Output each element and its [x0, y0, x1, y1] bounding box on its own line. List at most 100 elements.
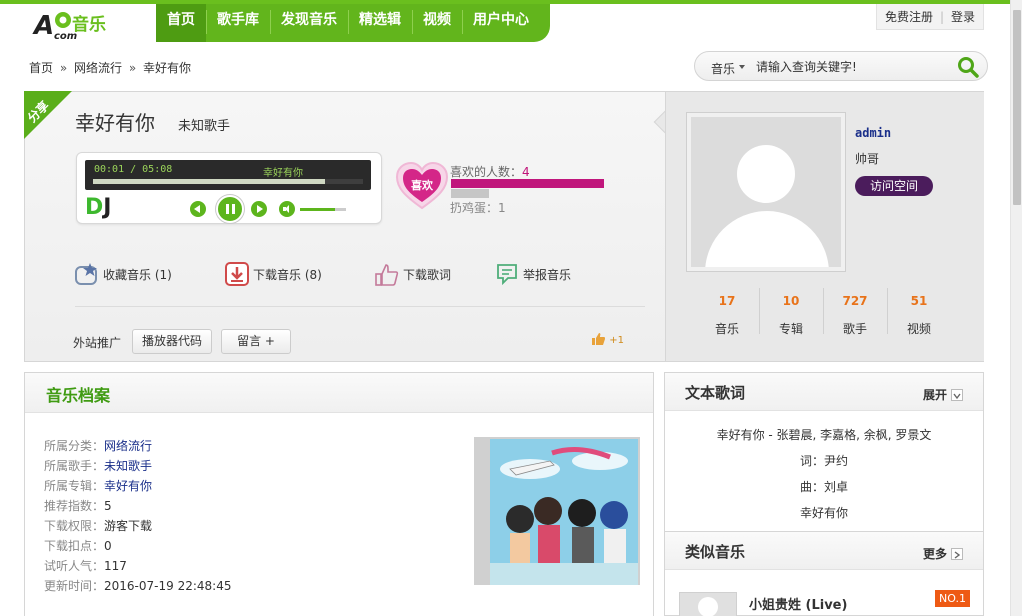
- song-title: 幸好有你: [75, 111, 155, 135]
- like-button[interactable]: 喜欢: [395, 160, 449, 212]
- lyrics-line: 曲：刘卓: [799, 480, 848, 494]
- thumbs-up-icon: [592, 333, 605, 345]
- player-screen: 00:01 / 05:08 幸好有你: [85, 160, 371, 190]
- breadcrumb: 首页 » 网络流行 » 幸好有你: [29, 59, 191, 76]
- collect-button[interactable]: 收藏音乐 (1): [75, 260, 172, 288]
- album-cover[interactable]: [474, 437, 640, 587]
- volume-slider[interactable]: [300, 208, 346, 211]
- nav-home[interactable]: 首页: [156, 4, 206, 42]
- song-actions: 收藏音乐 (1) 下载音乐 (8) 下载歌词 举报音乐: [75, 260, 655, 290]
- nav-discover[interactable]: 发现音乐: [270, 4, 348, 42]
- svg-text:喜欢: 喜欢: [411, 178, 434, 192]
- player-code-button[interactable]: 播放器代码: [132, 329, 212, 354]
- stat-videos[interactable]: 51 视频: [887, 284, 951, 338]
- pause-button[interactable]: [216, 195, 244, 223]
- thumbs-up-icon: [375, 262, 399, 286]
- site-logo[interactable]: A 音乐 com: [32, 8, 152, 42]
- breadcrumb-arrow: »: [59, 61, 68, 75]
- lyrics-title: 文本歌词: [685, 384, 746, 402]
- user-name[interactable]: admin: [855, 126, 891, 140]
- volume-fill: [300, 208, 335, 211]
- album-link[interactable]: 幸好有你: [104, 479, 152, 493]
- share-ribbon[interactable]: 分享: [24, 91, 72, 139]
- user-panel: admin 帅哥 访问空间 17 音乐 10 专辑 727 歌手 51 视频: [665, 92, 984, 361]
- user-stats: 17 音乐 10 专辑 727 歌手 51 视频: [695, 284, 951, 338]
- plus-one[interactable]: +1: [590, 332, 624, 346]
- divider: [75, 306, 645, 307]
- breadcrumb-current: 幸好有你: [143, 61, 192, 75]
- archive-meta: 所属分类：网络流行 所属歌手：未知歌手 所属专辑：幸好有你 推荐指数：5 下载权…: [44, 437, 231, 597]
- lyrics-line: 幸好有你: [799, 506, 848, 520]
- stat-artists[interactable]: 727 歌手: [823, 284, 887, 338]
- meta-row: 所属分类：网络流行: [44, 439, 153, 453]
- download-lyrics-button[interactable]: 下载歌词: [375, 260, 451, 288]
- meta-row: 下载权限：游客下载: [44, 519, 153, 533]
- nav-artists[interactable]: 歌手库: [206, 4, 270, 42]
- stat-music[interactable]: 17 音乐: [695, 284, 759, 338]
- egg-count[interactable]: 扔鸡蛋：1: [450, 199, 506, 216]
- report-button[interactable]: 举报音乐: [495, 260, 571, 288]
- meta-row: 试听人气：117: [44, 559, 127, 573]
- page-scrollbar[interactable]: [1010, 0, 1022, 616]
- download-music-button[interactable]: 下载音乐 (8): [225, 260, 322, 288]
- music-player: 00:01 / 05:08 幸好有你 DJ: [76, 152, 382, 224]
- scrollbar-thumb[interactable]: [1013, 10, 1021, 205]
- meta-row: 推荐指数：5: [44, 499, 112, 513]
- meta-row: 所属专辑：幸好有你: [44, 479, 153, 493]
- main-nav: 首页 歌手库 发现音乐 精选辑 视频 用户中心: [156, 4, 550, 42]
- meta-row: 所属歌手：未知歌手: [44, 459, 153, 473]
- similar-music-panel: 类似音乐 更多 小姐贵姓 (Live) NO.1: [664, 532, 984, 616]
- search-category-select[interactable]: 音乐: [711, 60, 735, 77]
- auth-links: 免费注册 | 登录: [876, 4, 984, 30]
- egg-bar: [451, 189, 489, 198]
- svg-text:com: com: [54, 31, 77, 42]
- avatar[interactable]: [686, 112, 846, 272]
- artist-link[interactable]: 未知歌手: [104, 459, 152, 473]
- auth-separator: |: [939, 9, 945, 24]
- svg-text:A: A: [32, 11, 54, 41]
- user-nickname: 帅哥: [855, 152, 880, 166]
- visit-space-button[interactable]: 访问空间: [855, 176, 933, 196]
- song-thumbnail[interactable]: [679, 592, 737, 616]
- star-icon: [75, 262, 99, 286]
- progress-bar[interactable]: [93, 179, 363, 184]
- lyrics-panel: 文本歌词 展开 幸好有你 - 张碧晨, 李嘉格, 余枫, 罗景文 词：尹约 曲：…: [664, 372, 984, 532]
- breadcrumb-home[interactable]: 首页: [29, 61, 53, 75]
- similar-title: 类似音乐: [685, 543, 746, 561]
- collect-label: 收藏音乐 (1): [103, 267, 172, 282]
- song-panel: 分享 幸好有你 未知歌手 00:01 / 05:08 幸好有你 DJ 喜欢 喜欢…: [24, 91, 984, 362]
- previous-track-icon[interactable]: [190, 201, 206, 217]
- comment-button[interactable]: 留言 +: [221, 329, 291, 354]
- breadcrumb-category[interactable]: 网络流行: [74, 61, 122, 75]
- search-input[interactable]: [756, 57, 936, 77]
- next-track-icon[interactable]: [251, 201, 267, 217]
- song-artist[interactable]: 未知歌手: [178, 115, 230, 134]
- expand-button[interactable]: 展开: [923, 386, 963, 403]
- more-button[interactable]: 更多: [923, 545, 963, 562]
- promo-label: 外站推广: [73, 336, 122, 350]
- music-archive-panel: 音乐档案 所属分类：网络流行 所属歌手：未知歌手 所属专辑：幸好有你 推荐指数：…: [24, 372, 654, 616]
- archive-title: 音乐档案: [46, 386, 111, 405]
- like-count: 喜欢的人数：4: [450, 165, 530, 179]
- chevron-down-icon[interactable]: [739, 65, 745, 69]
- download-icon: [225, 262, 249, 286]
- download-lyrics-label: 下载歌词: [403, 267, 452, 282]
- category-link[interactable]: 网络流行: [104, 439, 152, 453]
- dj-logo: DJ: [85, 195, 112, 220]
- stat-albums[interactable]: 10 专辑: [759, 284, 823, 338]
- meta-row: 下载扣点：0: [44, 539, 112, 553]
- search-bar: 音乐: [694, 51, 988, 81]
- search-icon[interactable]: [957, 56, 979, 78]
- report-bubble-icon: [495, 262, 519, 286]
- like-bar: [451, 179, 604, 188]
- list-item[interactable]: 小姐贵姓 (Live) NO.1: [679, 590, 979, 616]
- login-link[interactable]: 登录: [951, 8, 975, 25]
- similar-song-name[interactable]: 小姐贵姓 (Live): [749, 594, 847, 613]
- progress-fill: [93, 179, 326, 184]
- report-label: 举报音乐: [523, 267, 572, 282]
- nav-video[interactable]: 视频: [412, 4, 462, 42]
- nav-collections[interactable]: 精选辑: [348, 4, 412, 42]
- register-link[interactable]: 免费注册: [885, 8, 933, 25]
- nav-user-center[interactable]: 用户中心: [462, 4, 540, 42]
- volume-icon[interactable]: [279, 201, 295, 217]
